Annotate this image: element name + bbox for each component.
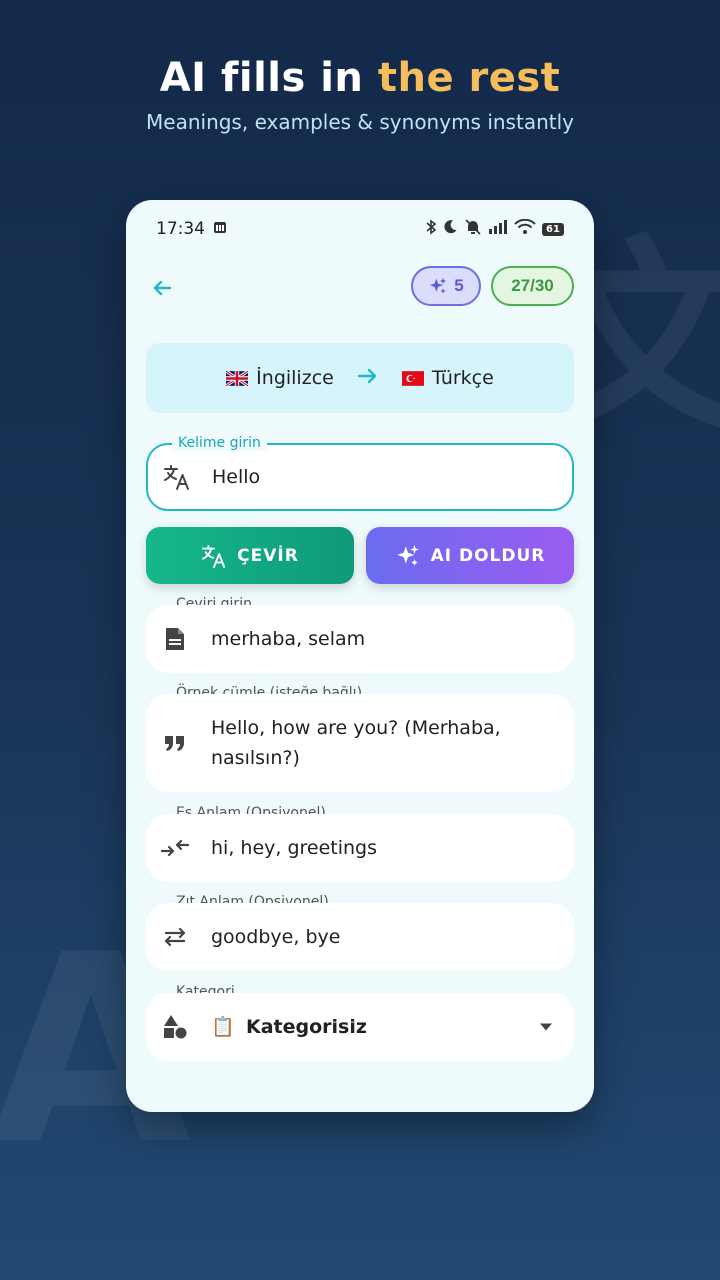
caret-down-icon[interactable]: [540, 1023, 552, 1031]
translation-value: merhaba, selam: [211, 628, 366, 650]
ai-credits-badge[interactable]: 5: [411, 266, 481, 306]
category-emoji: 📋: [211, 1016, 235, 1038]
word-input: Hello: [212, 466, 261, 488]
category-dropdown[interactable]: 📋 Kategorisiz: [146, 993, 574, 1061]
language-pair-selector[interactable]: İngilizce Türkçe: [146, 343, 574, 413]
arrow-left-icon: [153, 280, 172, 296]
source-language-label: İngilizce: [256, 367, 334, 389]
moon-icon: [443, 219, 458, 239]
ai-fill-button-label: AI DOLDUR: [430, 545, 546, 566]
bluetooth-icon: [425, 218, 437, 240]
antonyms-field[interactable]: goodbye, bye: [146, 903, 574, 971]
target-language[interactable]: Türkçe: [401, 367, 494, 389]
wifi-icon: [514, 218, 536, 239]
translate-icon: [162, 462, 192, 492]
uk-flag-icon: [226, 370, 249, 386]
battery-icon: 61: [542, 222, 564, 236]
sparkle-icon: [396, 544, 419, 566]
synonyms-value: hi, hey, greetings: [211, 837, 378, 859]
quote-icon: [160, 728, 190, 758]
ai-fill-button[interactable]: AI DOLDUR: [366, 527, 574, 584]
example-line-2: nasılsın?): [211, 747, 300, 769]
word-input-field[interactable]: Kelime girin Hello: [146, 435, 574, 511]
example-sentence-field[interactable]: Hello, how are you? (Merhaba, nasılsın?): [146, 694, 574, 792]
ai-credits-count: 5: [454, 276, 464, 295]
arrow-right-icon[interactable]: [356, 364, 380, 393]
document-icon: [160, 624, 190, 654]
turkey-flag-icon: [401, 370, 424, 386]
status-bar: 17:34 61: [156, 218, 564, 240]
signal-icon: [488, 219, 508, 239]
translate-icon: [202, 544, 226, 568]
subheadline: Meanings, examples & synonyms instantly: [146, 110, 574, 134]
target-language-label: Türkçe: [431, 367, 494, 389]
translation-field[interactable]: merhaba, selam: [146, 605, 574, 673]
translate-button-label: ÇEVİR: [237, 545, 299, 566]
antonyms-value: goodbye, bye: [211, 926, 341, 948]
headline-accent: the rest: [377, 55, 561, 101]
phone-screen: 17:34 61 5 27/30 İngilizce Türkçe Kelime…: [126, 200, 594, 1112]
status-time: 17:34: [156, 219, 205, 239]
translate-button[interactable]: ÇEVİR: [146, 527, 354, 584]
usage-count-badge[interactable]: 27/30: [491, 266, 574, 306]
category-value: Kategorisiz: [246, 1016, 367, 1038]
muted-bell-icon: [464, 218, 482, 240]
arrows-inward-icon: [160, 833, 190, 863]
headline: AI fills in the rest: [0, 55, 720, 101]
back-button[interactable]: [146, 272, 178, 304]
example-line-1: Hello, how are you? (Merhaba,: [211, 717, 501, 739]
swap-horizontal-icon: [160, 922, 190, 952]
synonyms-field[interactable]: hi, hey, greetings: [146, 814, 574, 882]
shapes-icon: [160, 1012, 190, 1042]
mi-notification-icon: [213, 219, 227, 239]
sparkle-icon: [429, 277, 447, 294]
source-language[interactable]: İngilizce: [226, 367, 334, 389]
headline-main: AI fills in: [159, 55, 364, 101]
